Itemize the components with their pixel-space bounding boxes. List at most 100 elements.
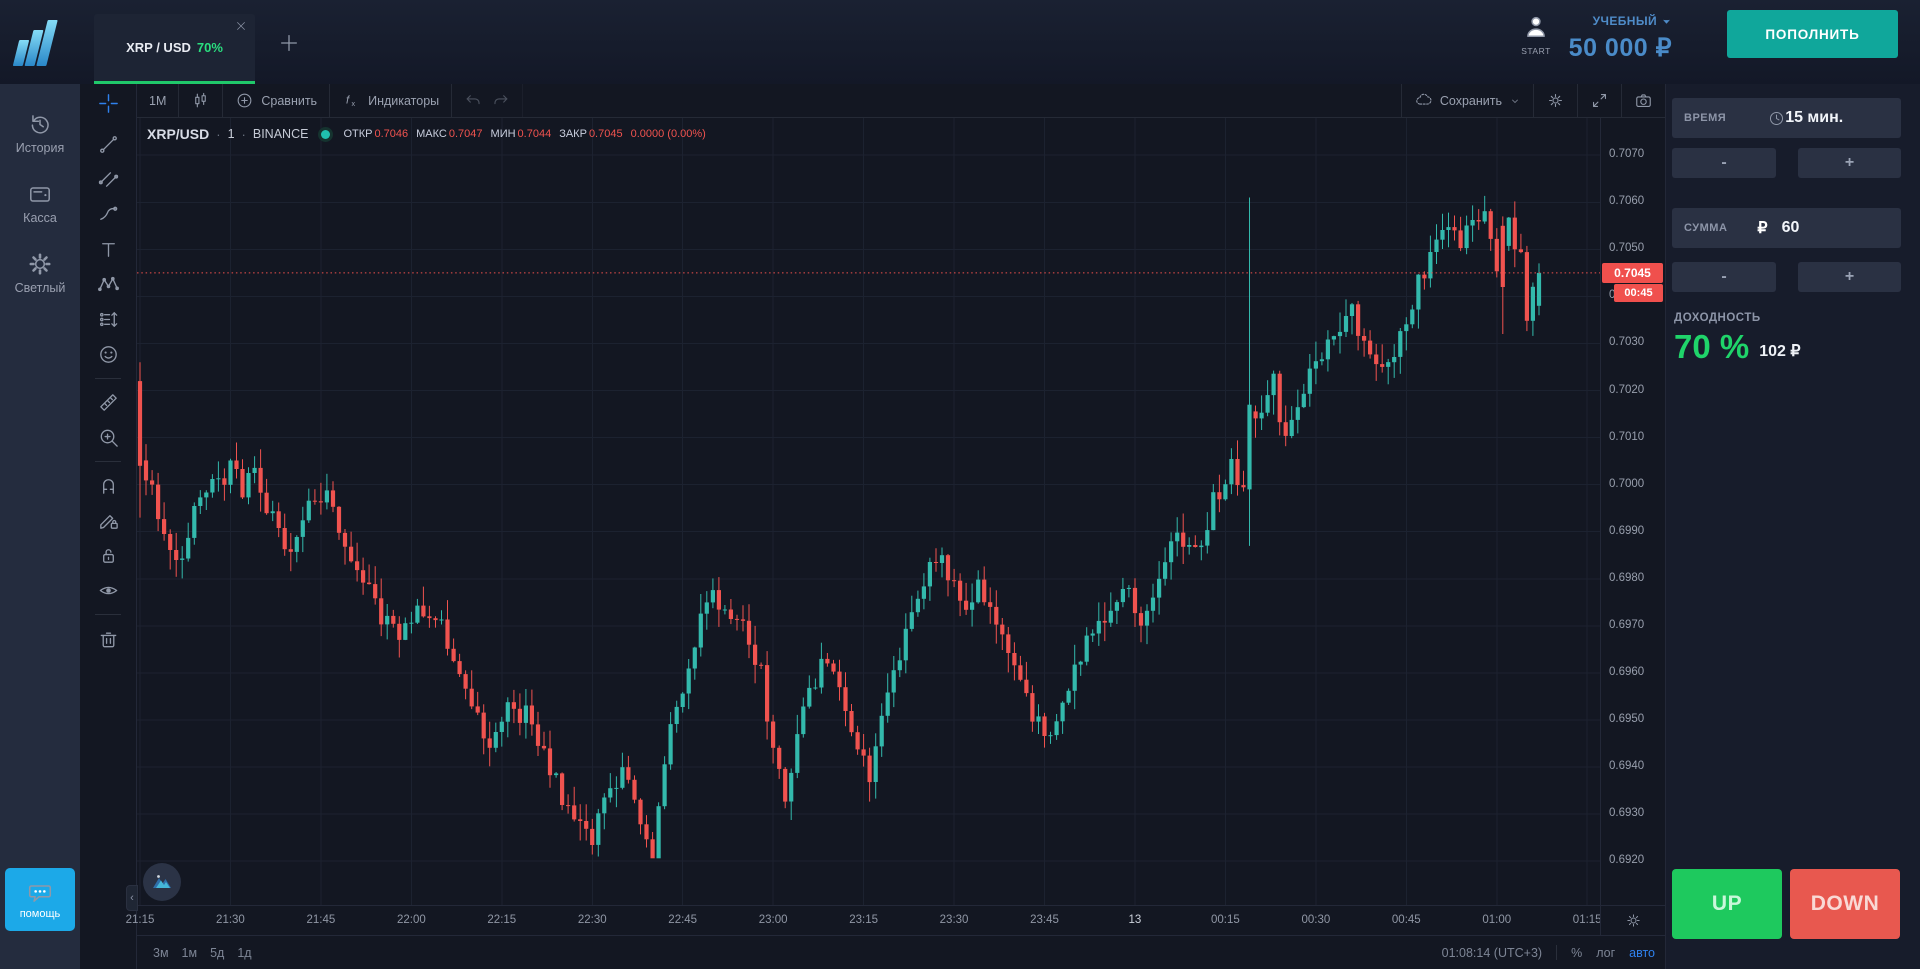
text-icon: [97, 238, 120, 261]
collapse-toolbar-handle[interactable]: ‹: [126, 885, 138, 911]
price-tick: 0.6990: [1609, 525, 1644, 537]
candles-icon: [191, 91, 210, 110]
crosshair-tool[interactable]: [80, 86, 136, 121]
price-tick: 0.7070: [1609, 148, 1644, 160]
time-value: 15 мин.: [1785, 109, 1843, 127]
time-tick: 21:45: [307, 914, 336, 926]
log-scale-button[interactable]: лог: [1596, 946, 1615, 960]
svg-text:f: f: [346, 95, 351, 107]
range-button-1д[interactable]: 1д: [237, 946, 251, 960]
xabcd-pattern-tool[interactable]: [80, 267, 136, 302]
fullscreen-icon: [1590, 91, 1609, 110]
market-status-dot: [321, 130, 330, 139]
tab-symbol: XRP / USD: [126, 40, 191, 55]
save-layout-button[interactable]: Сохранить: [1401, 84, 1533, 117]
zoom-in-icon: [97, 426, 120, 449]
forecast-tool[interactable]: [80, 302, 136, 337]
app-logo[interactable]: [16, 20, 68, 66]
time-minus-button[interactable]: -: [1672, 148, 1776, 178]
emoji-tool[interactable]: [80, 337, 136, 372]
up-button[interactable]: UP: [1672, 869, 1782, 939]
chart-area[interactable]: XRP/USD · 1 · BINANCE ОТКР0.7046 МАКС0.7…: [137, 118, 1600, 905]
trash-icon: [97, 627, 120, 650]
toolbar-separator: [95, 461, 121, 462]
price-tick: 0.7050: [1609, 242, 1644, 254]
price-tick: 0.6970: [1609, 619, 1644, 631]
down-button[interactable]: DOWN: [1790, 869, 1900, 939]
fullscreen-button[interactable]: [1577, 84, 1621, 117]
time-tick: 22:30: [578, 914, 607, 926]
percent-scale-button[interactable]: %: [1571, 946, 1582, 960]
range-button-1м[interactable]: 1м: [182, 946, 198, 960]
text-tool[interactable]: [80, 232, 136, 267]
sidebar-item-label: Касса: [23, 211, 57, 225]
chart-type-button[interactable]: [179, 84, 223, 117]
fib-icon: [97, 168, 120, 191]
clock-utc: 01:08:14 (UTC+3): [1442, 946, 1542, 960]
indicators-button[interactable]: fx Индикаторы: [330, 84, 452, 117]
undo-icon: [464, 91, 483, 110]
sidebar-item-label: Светлый: [15, 281, 66, 295]
amount-value: 60: [1782, 219, 1800, 237]
amount-minus-button[interactable]: -: [1672, 262, 1776, 292]
price-scale[interactable]: 0.7045 00:45 0.69200.69300.69400.69500.6…: [1600, 118, 1665, 905]
unlock-icon: [97, 544, 120, 567]
range-button-3м[interactable]: 3м: [153, 946, 169, 960]
asset-tab[interactable]: XRP / USD 70%: [94, 14, 255, 84]
time-axis[interactable]: 21:1521:3021:4522:0022:1522:3022:4523:00…: [137, 905, 1665, 935]
amount-field[interactable]: СУММА ₽ 60: [1672, 208, 1901, 248]
unlock-tool[interactable]: [80, 538, 136, 573]
time-axis-settings-button[interactable]: [1600, 906, 1665, 935]
footer-right: 01:08:14 (UTC+3) % лог авто: [1442, 945, 1665, 960]
chart-settings-button[interactable]: [1533, 84, 1577, 117]
price-tick: 0.6950: [1609, 713, 1644, 725]
circle-plus-icon: [235, 91, 254, 110]
sidebar-item-cashier[interactable]: Касса: [0, 168, 80, 238]
tab-payout: 70%: [197, 40, 223, 55]
legend-interval: 1: [228, 127, 235, 141]
range-button-5д[interactable]: 5д: [210, 946, 224, 960]
cloud-icon: [1414, 91, 1433, 110]
account-type-dropdown[interactable]: УЧЕБНЫЙ: [1593, 14, 1672, 28]
time-tick: 22:00: [397, 914, 426, 926]
drawing-toolbar: [80, 84, 137, 969]
redo-icon: [491, 91, 510, 110]
magnet-tool[interactable]: [80, 468, 136, 503]
zoom-in-tool[interactable]: [80, 420, 136, 455]
amount-plus-button[interactable]: +: [1798, 262, 1901, 292]
legend-change: 0.0000 (0.00%): [631, 128, 706, 140]
current-price-tag: 0.7045: [1602, 263, 1663, 283]
redo-button[interactable]: [487, 84, 523, 117]
undo-button[interactable]: [452, 84, 487, 117]
balance-amount: 50 000 ₽: [1569, 33, 1672, 63]
time-plus-button[interactable]: +: [1798, 148, 1901, 178]
ruler-tool[interactable]: [80, 385, 136, 420]
trash-tool[interactable]: [80, 621, 136, 656]
user-icon: [1523, 14, 1549, 40]
compare-button[interactable]: Сравнить: [223, 84, 330, 117]
tab-close-icon[interactable]: [235, 20, 247, 32]
candlestick-chart[interactable]: [137, 118, 1600, 905]
time-field[interactable]: ВРЕМЯ 15 мин.: [1672, 98, 1901, 138]
ruler-icon: [97, 391, 120, 414]
trend-line-tool[interactable]: [80, 127, 136, 162]
payout-percent: 70 %: [1674, 328, 1749, 366]
help-button[interactable]: помощь: [5, 868, 75, 931]
time-tick: 00:15: [1211, 914, 1240, 926]
toolbar-separator: [95, 378, 121, 379]
brush-tool[interactable]: [80, 197, 136, 232]
deposit-button[interactable]: ПОПОЛНИТЬ: [1727, 10, 1898, 58]
add-tab-button[interactable]: [272, 26, 306, 60]
time-tick: 23:15: [849, 914, 878, 926]
account-button[interactable]: START: [1514, 14, 1558, 56]
drawing-mode-tool[interactable]: [80, 503, 136, 538]
snapshot-button[interactable]: [1621, 84, 1665, 117]
price-tick: 0.7010: [1609, 431, 1644, 443]
sidebar-item-history[interactable]: История: [0, 98, 80, 168]
eye-tool[interactable]: [80, 573, 136, 608]
auto-scale-button[interactable]: авто: [1629, 946, 1655, 960]
sidebar-item-theme[interactable]: Светлый: [0, 238, 80, 308]
fib-tool[interactable]: [80, 162, 136, 197]
interval-button[interactable]: 1M: [137, 84, 179, 117]
chart-toolbar: 1M Сравнить fx Индикаторы Сохранить: [137, 84, 1665, 118]
